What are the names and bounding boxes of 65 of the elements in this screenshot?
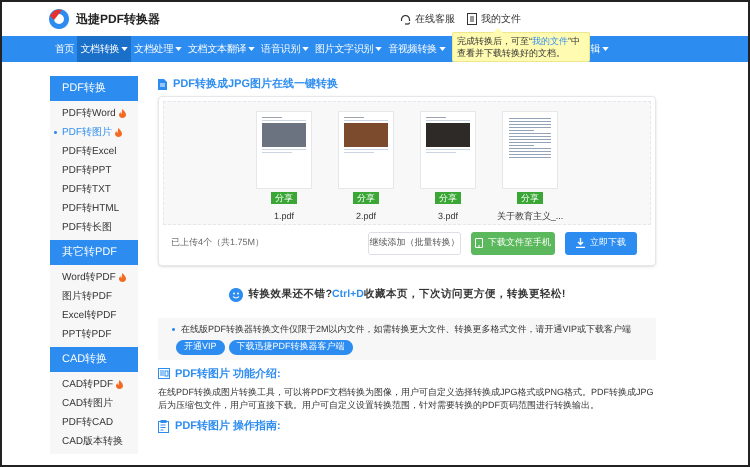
headset-icon (400, 14, 411, 24)
share-button[interactable]: 分享 (271, 192, 297, 204)
section-text: 在线PDF转换成图片转换工具，可以将PDF文档转换为图像，用户可自定义选择转换成JPG格式或PNG格式。PDF转换成JPG后为压缩包文件，用户可直接下载。用户可自定义设置转换范围，针对需要转换的PDF页码范围进行转换输出。 (158, 386, 655, 412)
sidebar-heading: 其它转PDF (50, 240, 138, 265)
document-icon (158, 368, 170, 380)
sidebar-item[interactable]: PDF转长图 (50, 218, 138, 237)
nav-tab[interactable]: 文档转换 (77, 36, 132, 62)
nav-tab[interactable]: 语音识别 (258, 36, 312, 62)
sidebar-item[interactable]: PDF转TXT (50, 180, 138, 199)
notice-text: 在线版PDF转换器转换文件仅限于2M以内文件，如需转换更大文件、转换更多格式文件，请开通VIP或下载客户端 (181, 323, 632, 336)
share-button[interactable]: 分享 (435, 192, 461, 204)
phone-icon (475, 238, 483, 248)
flame-icon (116, 380, 124, 389)
file-icon (467, 13, 477, 25)
file-name: 关于教育主义_... (496, 210, 564, 223)
page-title: PDF转换成JPG图片在线一键转换 (173, 76, 338, 92)
flame-icon (115, 128, 122, 137)
sidebar-item[interactable]: CAD转PDF (50, 375, 138, 394)
logo-text: 迅捷PDF转换器 (76, 11, 160, 28)
nav-tab[interactable]: 辑 (587, 36, 612, 62)
notice-button[interactable]: 下载迅捷PDF转换器客户端 (228, 340, 353, 354)
sidebar-heading: PDF转换 (50, 76, 138, 101)
action-button[interactable]: 继续添加（批量转换） (368, 232, 461, 254)
download-icon (576, 238, 585, 248)
sidebar-item[interactable]: CAD转图片 (50, 394, 138, 413)
photo-placeholder (262, 123, 306, 147)
header-link[interactable]: 在线客服 (400, 12, 455, 26)
share-button[interactable]: 分享 (353, 192, 379, 204)
action-button[interactable]: 立即下载 (565, 232, 637, 254)
flame-icon (118, 109, 126, 118)
sidebar-item[interactable]: PDF转Excel (50, 142, 138, 161)
logo-icon (48, 8, 70, 30)
sidebar-item[interactable]: PDF转图片 (50, 123, 138, 142)
sidebar-item[interactable]: 图片转PDF (50, 287, 138, 306)
photo-placeholder (344, 123, 388, 147)
sidebar-item[interactable]: Excel转PDF (50, 306, 138, 325)
nav-tab[interactable]: 音视频转换 (385, 36, 449, 62)
nav-tab[interactable]: 图片文字识别 (312, 36, 386, 62)
header-link[interactable]: 我的文件 (467, 12, 521, 26)
file-name: 3.pdf (438, 210, 458, 223)
file-name: 2.pdf (356, 210, 376, 223)
file-name: 1.pdf (274, 210, 294, 223)
notice-button[interactable]: 开通VIP (176, 340, 225, 354)
clipboard-icon (158, 420, 170, 432)
flame-icon (118, 273, 126, 282)
share-button[interactable]: 分享 (517, 192, 543, 204)
sidebar-item[interactable]: PDF转Word (50, 104, 138, 123)
section-heading: PDF转图片 功能介绍: (175, 366, 281, 382)
smiley-icon (228, 288, 243, 302)
sidebar-item[interactable]: PDF转CAD (50, 413, 138, 432)
sidebar-heading: CAD转换 (50, 347, 138, 372)
nav-tab[interactable]: 文档处理 (131, 36, 186, 62)
nav-tab[interactable]: 文档文本翻译 (185, 36, 258, 62)
my-files-link[interactable]: 我的文件 (532, 36, 568, 46)
sidebar-item[interactable]: CAD版本转换 (50, 432, 138, 451)
sidebar-item[interactable]: PDF转PPT (50, 161, 138, 180)
sidebar-item[interactable]: Word转PDF (50, 268, 138, 287)
feedback-text: 转换效果还不错?Ctrl+D收藏本页，下次访问更方便，转换更轻松! (248, 287, 566, 302)
sidebar-item[interactable]: PDF转HTML (50, 199, 138, 218)
document-icon (158, 78, 167, 90)
photo-placeholder (426, 123, 470, 147)
nav-tab[interactable]: 首页 (52, 36, 78, 62)
upload-summary: 已上传4个（共1.75M） (171, 236, 264, 250)
section-heading: PDF转图片 操作指南: (175, 418, 281, 434)
sidebar-item[interactable]: PPT转PDF (50, 325, 138, 344)
